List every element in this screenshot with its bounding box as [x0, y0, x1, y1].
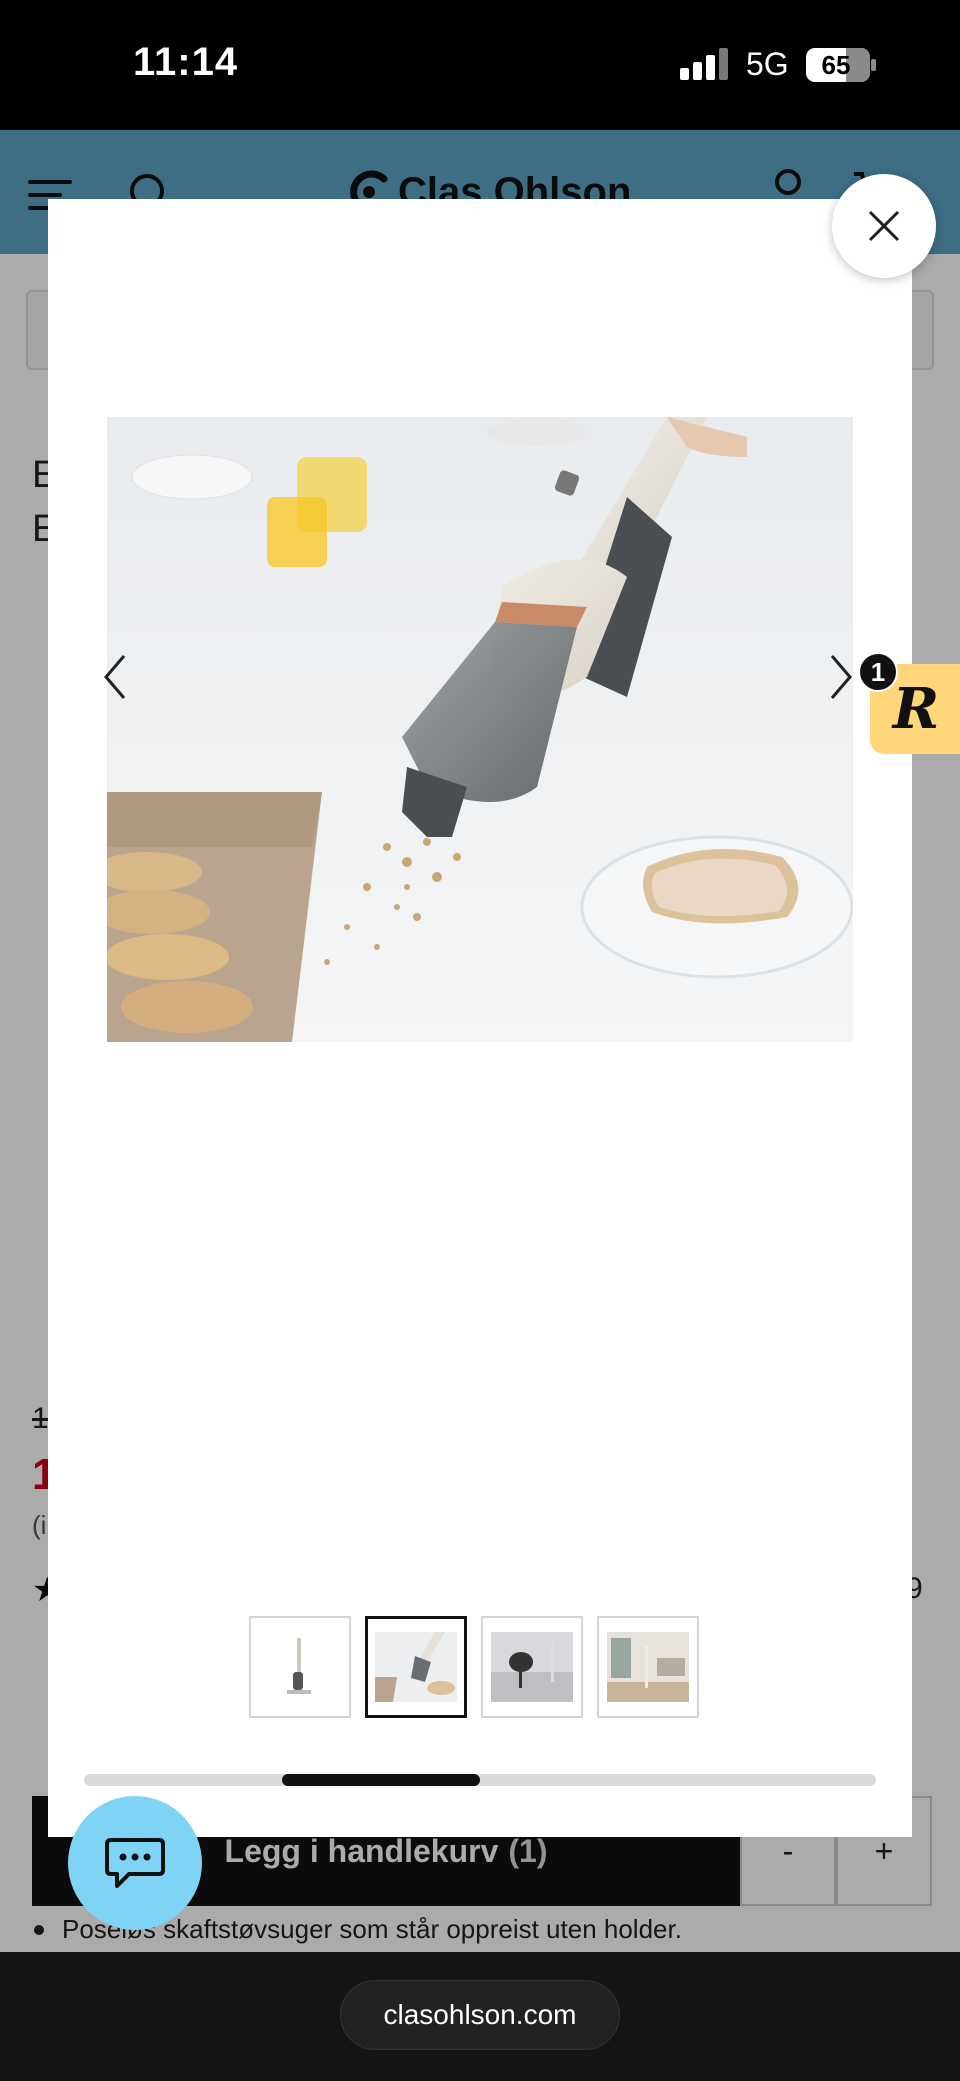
- chat-icon: [105, 1838, 165, 1888]
- browser-bottom-bar: clasohlson.com: [0, 1952, 960, 2081]
- thumbnail-2[interactable]: [365, 1616, 467, 1718]
- close-icon: [868, 210, 900, 242]
- product-image[interactable]: [107, 417, 853, 1042]
- close-button[interactable]: [832, 174, 936, 278]
- battery-level: 65: [822, 50, 851, 80]
- r-widget-count-badge: 1: [858, 652, 898, 692]
- previous-image-arrow-icon[interactable]: [100, 652, 130, 702]
- next-image-arrow-icon[interactable]: [826, 652, 856, 702]
- thumbnail-strip: [249, 1616, 699, 1718]
- thumbnail-3[interactable]: [481, 1616, 583, 1718]
- thumbnail-image: [259, 1632, 341, 1702]
- gallery-scrollbar[interactable]: [84, 1774, 876, 1786]
- status-bar: 11:14 5G 65: [0, 0, 960, 130]
- chat-button[interactable]: [68, 1796, 202, 1930]
- thumbnail-image: [607, 1632, 689, 1702]
- gallery-scroll-thumb[interactable]: [282, 1774, 480, 1786]
- status-time: 11:14: [133, 40, 239, 84]
- network-type: 5G: [746, 46, 789, 82]
- thumbnail-1[interactable]: [249, 1616, 351, 1718]
- thumbnail-image: [375, 1632, 457, 1702]
- battery-icon: 65: [806, 48, 876, 82]
- url-bar[interactable]: clasohlson.com: [340, 1980, 620, 2050]
- thumbnail-4[interactable]: [597, 1616, 699, 1718]
- product-photo: [107, 417, 853, 1042]
- signal-icon: [680, 48, 728, 80]
- thumbnail-image: [491, 1632, 573, 1702]
